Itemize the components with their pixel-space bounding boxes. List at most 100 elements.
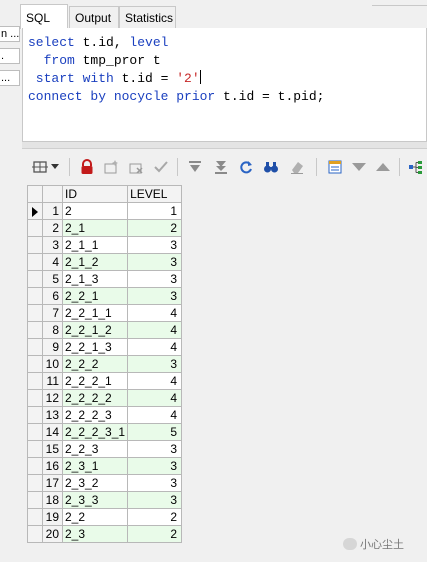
table-row[interactable]: 8 2_2_1_2 4	[27, 321, 183, 339]
code-line[interactable]: select t.id, level	[28, 34, 324, 52]
table-row[interactable]: 18 2_3_3 3	[27, 491, 183, 509]
cell-level[interactable]: 3	[127, 355, 183, 373]
object-item[interactable]: .	[0, 48, 20, 64]
cell-level[interactable]: 5	[127, 423, 183, 441]
cell-level[interactable]: 2	[127, 525, 183, 543]
table-row[interactable]: 15 2_2_3 3	[27, 440, 183, 458]
grid-select-icon[interactable]	[30, 157, 50, 177]
cell-id[interactable]: 2_2_1_1	[61, 304, 129, 322]
code-line[interactable]: from tmp_pror t	[28, 52, 324, 70]
cell-level[interactable]: 3	[127, 491, 183, 509]
cell-id[interactable]: 2_2	[61, 508, 129, 526]
clear-icon[interactable]	[287, 157, 307, 177]
tab-sql[interactable]: SQL	[20, 4, 68, 29]
cell-level[interactable]: 3	[127, 440, 183, 458]
row-indicator[interactable]	[27, 423, 43, 441]
lock-icon[interactable]	[77, 157, 97, 177]
tab-output[interactable]: Output	[69, 6, 119, 28]
cell-id[interactable]: 2_2_2_2	[61, 389, 129, 407]
export-icon[interactable]	[325, 157, 345, 177]
table-row[interactable]: 16 2_3_1 3	[27, 457, 183, 475]
cell-id[interactable]: 2_2_1_3	[61, 338, 129, 356]
row-indicator[interactable]	[27, 355, 43, 373]
row-indicator[interactable]	[27, 321, 43, 339]
table-row[interactable]: 2 2_1 2	[27, 219, 183, 237]
post-changes-icon[interactable]	[151, 157, 171, 177]
table-row[interactable]: 12 2_2_2_2 4	[27, 389, 183, 407]
row-indicator[interactable]	[27, 440, 43, 458]
object-item[interactable]: ...	[0, 70, 20, 86]
row-indicator[interactable]	[27, 389, 43, 407]
cell-level[interactable]: 4	[127, 406, 183, 424]
table-row[interactable]: 13 2_2_2_3 4	[27, 406, 183, 424]
table-row[interactable]: 14 2_2_2_3_1 5	[27, 423, 183, 441]
cell-id[interactable]: 2_2_1_2	[61, 321, 129, 339]
cell-id[interactable]: 2_1_3	[61, 270, 129, 288]
row-indicator[interactable]	[27, 236, 43, 254]
cell-level[interactable]: 4	[127, 338, 183, 356]
row-indicator[interactable]	[27, 372, 43, 390]
cell-level[interactable]: 2	[127, 219, 183, 237]
table-row[interactable]: 121	[27, 202, 183, 220]
cell-id[interactable]: 2_2_2_3	[61, 406, 129, 424]
table-row[interactable]: 4 2_1_2 3	[27, 253, 183, 271]
tab-statistics[interactable]: Statistics	[119, 6, 176, 28]
find-icon[interactable]	[261, 157, 281, 177]
cell-id[interactable]: 2_2_1	[61, 287, 129, 305]
row-indicator[interactable]	[27, 457, 43, 475]
table-row[interactable]: 3 2_1_1 3	[27, 236, 183, 254]
row-indicator[interactable]	[27, 253, 43, 271]
column-header-level[interactable]: LEVEL	[127, 185, 183, 203]
cell-level[interactable]: 4	[127, 389, 183, 407]
row-indicator[interactable]	[27, 270, 43, 288]
table-row[interactable]: 9 2_2_1_3 4	[27, 338, 183, 356]
row-indicator[interactable]	[27, 525, 43, 543]
header-corner[interactable]	[27, 185, 43, 203]
code-line[interactable]: start with t.id = '2'	[28, 70, 324, 88]
code-line[interactable]: connect by nocycle prior t.id = t.pid;	[28, 88, 324, 106]
table-row[interactable]: 6 2_2_1 3	[27, 287, 183, 305]
cell-id[interactable]: 2_1_2	[61, 253, 129, 271]
refresh-icon[interactable]	[236, 157, 256, 177]
row-indicator[interactable]	[27, 202, 43, 220]
object-item[interactable]: n ...	[0, 26, 20, 42]
delete-record-icon[interactable]	[126, 157, 146, 177]
row-indicator[interactable]	[27, 491, 43, 509]
cell-level[interactable]: 1	[127, 202, 183, 220]
cell-id[interactable]: 2_2_2	[61, 355, 129, 373]
row-indicator[interactable]	[27, 219, 43, 237]
cell-level[interactable]: 4	[127, 321, 183, 339]
splitter-handle[interactable]	[22, 142, 427, 149]
fetch-next-page-icon[interactable]	[185, 157, 205, 177]
cell-level[interactable]: 2	[127, 508, 183, 526]
row-indicator[interactable]	[27, 338, 43, 356]
insert-record-icon[interactable]	[101, 157, 121, 177]
cell-id[interactable]: 2_3	[61, 525, 129, 543]
cell-id[interactable]: 2_2_3	[61, 440, 129, 458]
row-indicator[interactable]	[27, 287, 43, 305]
row-indicator[interactable]	[27, 406, 43, 424]
row-indicator[interactable]	[27, 474, 43, 492]
cell-level[interactable]: 4	[127, 372, 183, 390]
table-row[interactable]: 19 2_2 2	[27, 508, 183, 526]
cell-id[interactable]: 2	[61, 202, 129, 220]
cell-level[interactable]: 3	[127, 287, 183, 305]
query-plan-icon[interactable]	[406, 157, 426, 177]
table-row[interactable]: 20 2_3 2	[27, 525, 183, 543]
cell-level[interactable]: 3	[127, 474, 183, 492]
table-row[interactable]: 10 2_2_2 3	[27, 355, 183, 373]
cell-id[interactable]: 2_2_2_1	[61, 372, 129, 390]
sort-asc-icon[interactable]	[373, 157, 393, 177]
table-row[interactable]: 11 2_2_2_1 4	[27, 372, 183, 390]
sql-code[interactable]: select t.id, level from tmp_pror t start…	[28, 34, 324, 106]
cell-level[interactable]: 3	[127, 236, 183, 254]
fetch-last-page-icon[interactable]	[211, 157, 231, 177]
cell-level[interactable]: 3	[127, 457, 183, 475]
row-indicator[interactable]	[27, 304, 43, 322]
row-indicator[interactable]	[27, 508, 43, 526]
cell-level[interactable]: 3	[127, 270, 183, 288]
column-header-id[interactable]: ID	[61, 185, 129, 203]
sql-editor[interactable]: select t.id, level from tmp_pror t start…	[22, 28, 427, 142]
cell-id[interactable]: 2_1_1	[61, 236, 129, 254]
table-row[interactable]: 7 2_2_1_1 4	[27, 304, 183, 322]
